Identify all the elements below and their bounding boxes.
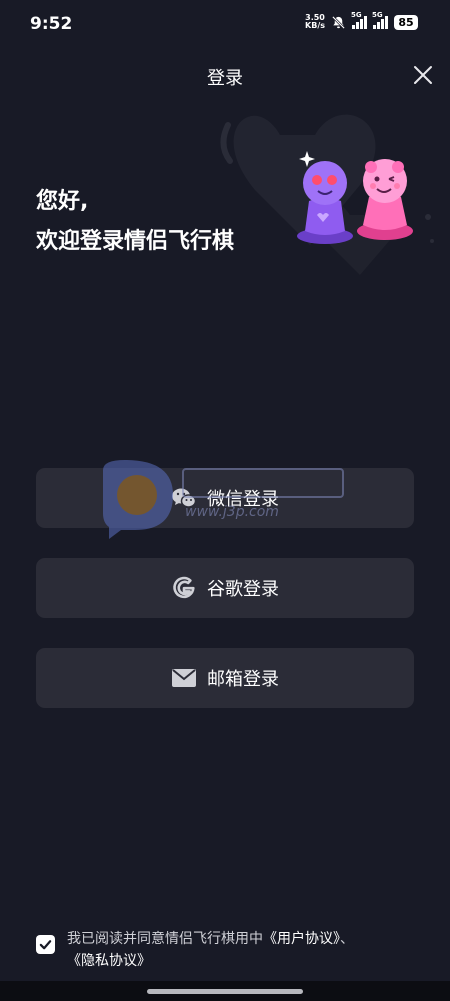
agreement-row: 我已阅读并同意情侣飞行棋用中《用户协议》、《隐私协议》 <box>36 928 426 972</box>
agreement-separator: 、 <box>340 931 354 947</box>
greeting: 您好, 欢迎登录情侣飞行棋 <box>36 182 234 262</box>
wechat-login-label: 微信登录 <box>207 489 279 510</box>
navigation-bar <box>0 981 450 1001</box>
close-icon[interactable] <box>410 62 436 88</box>
status-time: 9:52 <box>30 14 73 34</box>
email-login-label: 邮箱登录 <box>207 669 279 690</box>
page-title: 登录 <box>207 68 243 89</box>
signal-2-label: 5G <box>372 11 383 19</box>
email-login-button[interactable]: 邮箱登录 <box>36 648 414 708</box>
privacy-policy-link[interactable]: 《隐私协议》 <box>67 953 151 969</box>
wechat-login-button[interactable]: 微信登录 <box>36 468 414 528</box>
network-speed-unit: KB/s <box>305 21 325 30</box>
agreement-checkbox[interactable] <box>36 935 55 954</box>
agreement-text: 我已阅读并同意情侣飞行棋用中《用户协议》、《隐私协议》 <box>67 928 426 972</box>
signal-1-label: 5G <box>351 11 362 19</box>
status-bar: 9:52 3.50 KB/s 5G 5G 85 <box>0 0 450 50</box>
signal-strength-2: 5G <box>372 11 388 29</box>
greeting-line-1: 您好, <box>36 189 89 214</box>
wechat-icon <box>171 485 197 511</box>
bell-off-icon <box>332 15 345 29</box>
signal-strength-1: 5G <box>351 11 367 29</box>
agreement-prefix: 我已阅读并同意情侣飞行棋用中 <box>67 931 263 947</box>
google-login-label: 谷歌登录 <box>207 579 279 600</box>
home-indicator-bar[interactable] <box>147 989 303 994</box>
network-speed: 3.50 KB/s <box>305 14 325 30</box>
google-login-button[interactable]: 谷歌登录 <box>36 558 414 618</box>
user-agreement-link[interactable]: 《用户协议》 <box>263 931 340 947</box>
google-icon <box>171 575 197 601</box>
battery-indicator: 85 <box>394 14 418 30</box>
mail-icon <box>171 665 197 691</box>
greeting-line-2: 欢迎登录情侣飞行棋 <box>36 229 235 254</box>
check-icon <box>39 940 52 950</box>
couple-mascot-illustration <box>297 151 413 244</box>
status-icons: 3.50 KB/s 5G 5G 85 <box>305 11 418 30</box>
